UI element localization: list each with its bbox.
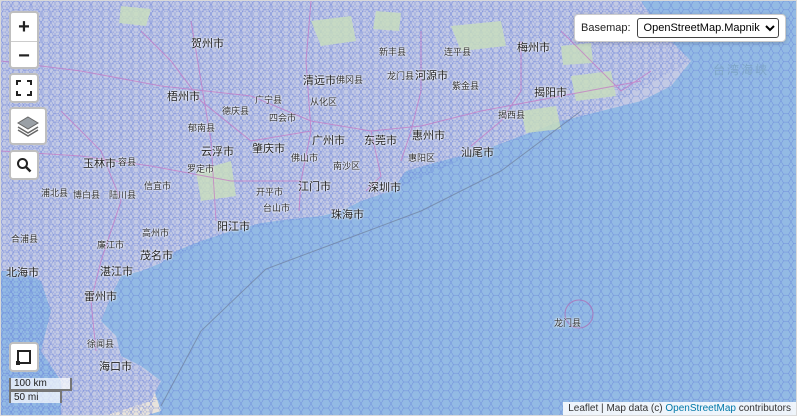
place-label: 肇庆市 bbox=[252, 143, 285, 155]
place-label: 台山市 bbox=[263, 203, 291, 213]
place-label: 郁南县 bbox=[188, 123, 216, 133]
place-label: 梧州市 bbox=[167, 91, 200, 103]
osm-link[interactable]: OpenStreetMap bbox=[665, 403, 736, 414]
place-label: 云浮市 bbox=[201, 146, 234, 158]
place-label: 广州市 bbox=[312, 135, 345, 147]
place-label: 阳江市 bbox=[217, 221, 250, 233]
attribution-separator: | bbox=[601, 403, 604, 414]
place-label: 玉林市 bbox=[83, 158, 116, 170]
place-label: 德庆县 bbox=[222, 106, 250, 116]
zoom-out-button[interactable]: − bbox=[11, 42, 37, 70]
place-label: 深圳市 bbox=[368, 182, 401, 194]
search-icon bbox=[17, 158, 32, 173]
search-button[interactable] bbox=[9, 150, 39, 180]
sea-label: 台湾海峡 bbox=[713, 63, 770, 77]
place-label: 江门市 bbox=[298, 181, 331, 193]
place-label: 紫金县 bbox=[452, 81, 480, 91]
place-label: 新丰县 bbox=[379, 47, 407, 57]
place-label: 广宁县 bbox=[255, 95, 283, 105]
place-label: 梅州市 bbox=[517, 42, 550, 54]
place-label: 陆川县 bbox=[109, 190, 137, 200]
place-label: 徐闻县 bbox=[87, 339, 115, 349]
place-label: 海口市 bbox=[99, 361, 132, 373]
place-label: 揭西县 bbox=[498, 110, 526, 120]
attribution-prefix: Map data (c) bbox=[606, 403, 663, 414]
place-label: 茂名市 bbox=[140, 250, 173, 262]
place-label: 珠海市 bbox=[331, 209, 364, 221]
place-label: 佛冈县 bbox=[336, 75, 364, 85]
rectangle-icon bbox=[16, 350, 31, 365]
place-label: 高州市 bbox=[142, 228, 170, 238]
place-label: 汕尾市 bbox=[461, 147, 494, 159]
place-label: 雷州市 bbox=[84, 291, 117, 303]
zoom-control: + − bbox=[9, 11, 39, 69]
draw-rectangle-button[interactable] bbox=[9, 342, 39, 372]
attribution-suffix: contributors bbox=[738, 403, 791, 414]
place-label: 惠州市 bbox=[412, 130, 445, 142]
fullscreen-icon bbox=[16, 80, 32, 96]
place-label: 龙门县 bbox=[554, 318, 582, 328]
place-label: 东莞市 bbox=[364, 135, 397, 147]
place-label: 开平市 bbox=[256, 187, 284, 197]
basemap-select[interactable]: OpenStreetMap.Mapnik bbox=[636, 18, 779, 38]
basemap-label: Basemap: bbox=[581, 22, 631, 34]
place-label: 惠阳区 bbox=[408, 153, 436, 163]
place-label: 浦北县 bbox=[41, 188, 69, 198]
scale-imperial: 50 mi bbox=[9, 390, 62, 403]
map-container[interactable]: 贺州市 清远市 佛冈县 新丰县 连平县 梅州市 河源市 龙门县 紫金县 揭阳市 梧州市 广宁县 德庆县四… bbox=[0, 0, 797, 416]
place-label: 四会市 bbox=[269, 113, 297, 123]
place-label: 容县 bbox=[118, 157, 137, 167]
place-label: 罗定市 bbox=[187, 164, 215, 174]
place-label: 博白县 bbox=[73, 190, 101, 200]
map-canvas[interactable] bbox=[1, 1, 797, 416]
place-label: 龙门县 bbox=[387, 71, 415, 81]
place-label: 湛江市 bbox=[100, 266, 133, 278]
place-label: 合浦县 bbox=[11, 234, 39, 244]
place-label: 贺州市 bbox=[191, 38, 224, 50]
place-label: 廉江市 bbox=[97, 240, 125, 250]
basemap-control: Basemap: OpenStreetMap.Mapnik bbox=[574, 14, 786, 42]
place-label: 清远市 bbox=[303, 75, 336, 87]
place-label: 揭阳市 bbox=[534, 87, 567, 99]
place-label: 信宜市 bbox=[144, 181, 172, 191]
place-label: 从化区 bbox=[310, 97, 338, 107]
place-label: 佛山市 bbox=[291, 153, 319, 163]
place-label: 南沙区 bbox=[333, 161, 361, 171]
layers-button[interactable] bbox=[9, 107, 47, 145]
attribution: Leaflet | Map data (c) OpenStreetMap con… bbox=[563, 402, 796, 415]
leaflet-link[interactable]: Leaflet bbox=[568, 403, 598, 414]
fullscreen-button[interactable] bbox=[9, 73, 39, 103]
place-label: 北海市 bbox=[6, 267, 39, 279]
zoom-in-button[interactable]: + bbox=[11, 13, 37, 42]
layers-icon bbox=[17, 116, 39, 137]
place-label: 河源市 bbox=[415, 70, 448, 82]
place-label: 连平县 bbox=[444, 47, 472, 57]
